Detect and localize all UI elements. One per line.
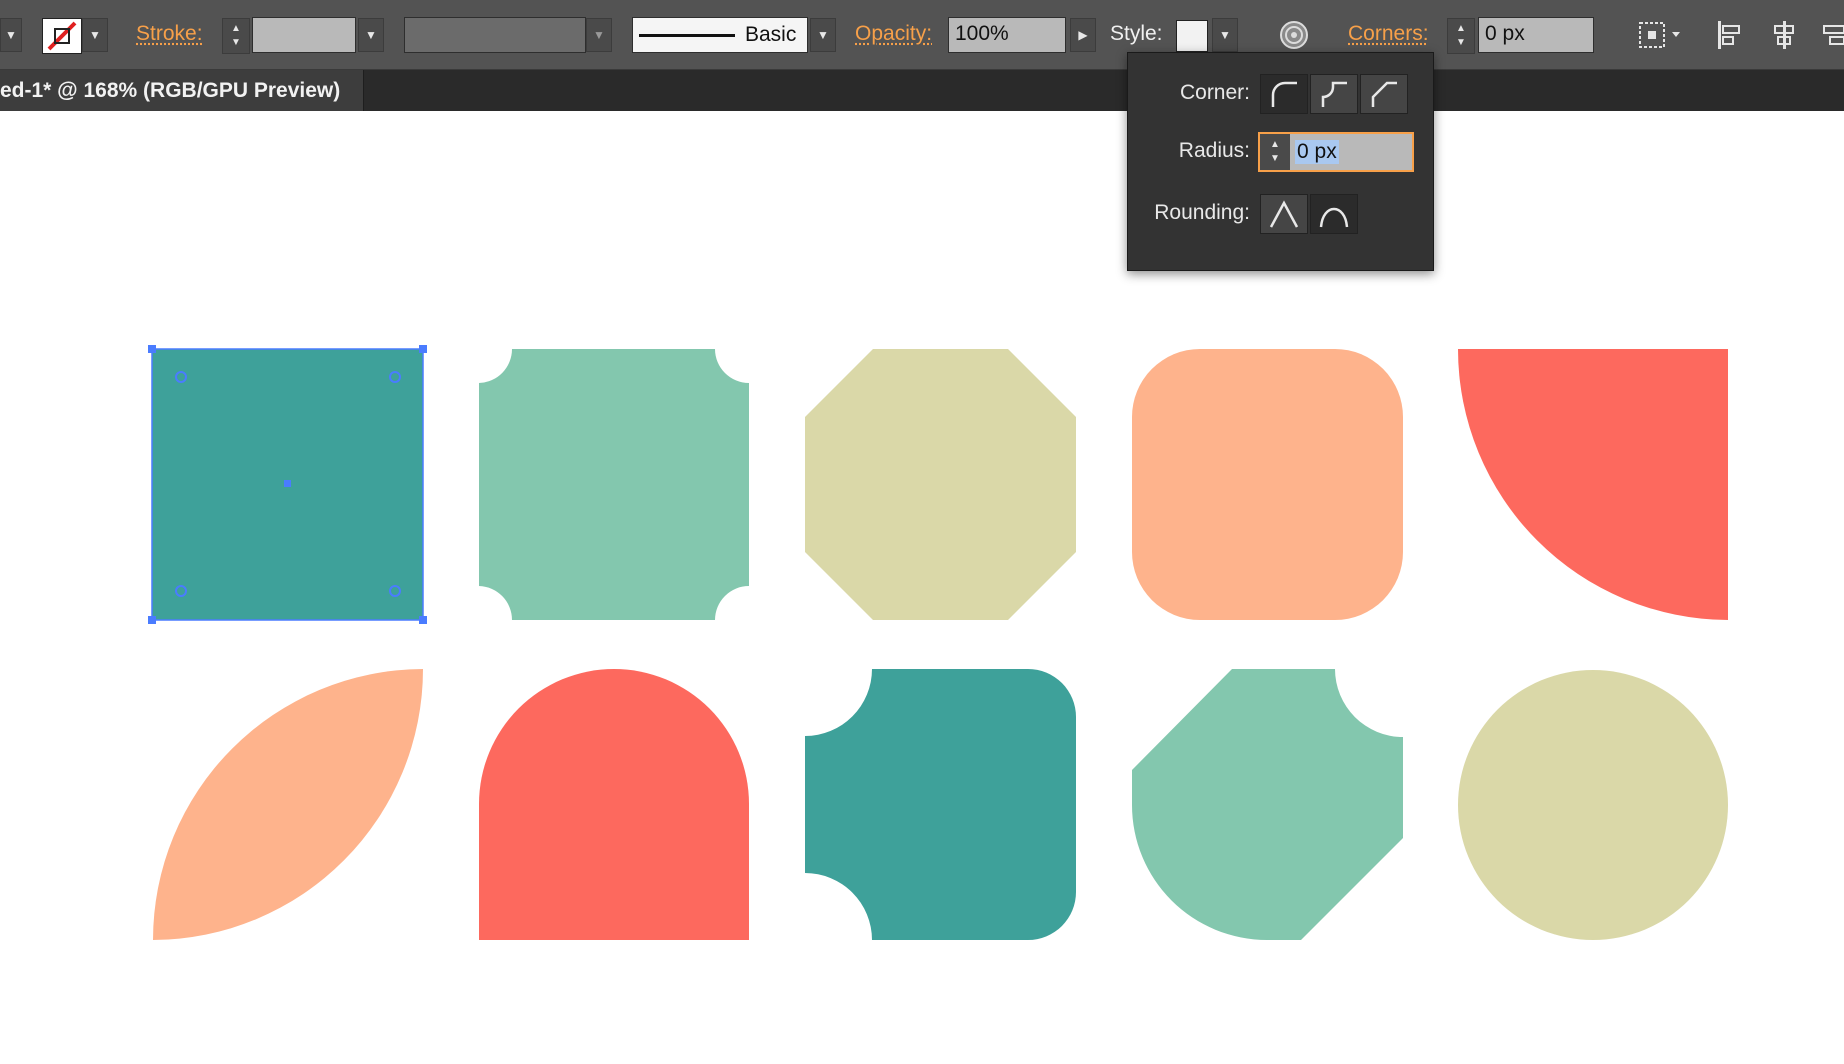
- radius-input[interactable]: 0 px: [1295, 140, 1339, 164]
- corner-type-label: Corner:: [1179, 81, 1250, 104]
- opacity-field[interactable]: 100%: [948, 17, 1066, 53]
- graphic-style-dropdown[interactable]: ▼: [1212, 18, 1238, 52]
- stroke-weight-dropdown[interactable]: ▼: [358, 18, 384, 52]
- selection-handle-top-right[interactable]: [419, 345, 427, 353]
- corner-chamfer-button[interactable]: [1360, 74, 1408, 114]
- shape-arch[interactable]: [479, 669, 749, 940]
- corners-label[interactable]: Corners:: [1348, 22, 1429, 46]
- style-label: Style:: [1110, 22, 1163, 45]
- color-wheel-icon: [1280, 21, 1308, 49]
- variable-width-profile-dropdown[interactable]: ▼: [586, 18, 612, 52]
- selection-handle-bottom-left[interactable]: [148, 616, 156, 624]
- align-horizontal-center-button[interactable]: [1766, 16, 1802, 54]
- shape-mixed-corner-octagon[interactable]: [1132, 669, 1403, 940]
- corners-panel: Corner: Radius: ▲ ▼ 0 px Rounding:: [1127, 52, 1434, 271]
- transform-reference-button[interactable]: [1634, 16, 1688, 54]
- no-color-icon: [44, 20, 80, 52]
- corner-chamfer-icon: [1371, 81, 1397, 107]
- graphic-style-swatch[interactable]: [1176, 20, 1208, 52]
- canvas: [148, 345, 1728, 940]
- rounding-label: Rounding:: [1154, 201, 1250, 224]
- recolor-artwork-button[interactable]: [1276, 16, 1312, 54]
- corner-round-button[interactable]: [1260, 74, 1308, 114]
- shape-chamfered-octagon[interactable]: [805, 349, 1076, 620]
- corner-inverted-round-button[interactable]: [1310, 74, 1358, 114]
- stroke-weight-stepper[interactable]: ▲ ▼: [222, 18, 250, 54]
- align-left-button[interactable]: [1712, 16, 1748, 54]
- brush-definition-label: Basic: [745, 23, 797, 46]
- leftmost-dropdown-arrow[interactable]: ▼: [0, 18, 22, 52]
- selection-center-point: [284, 480, 291, 487]
- stroke-color-dropdown[interactable]: ▼: [82, 18, 108, 52]
- selection-handle-top-left[interactable]: [148, 345, 156, 353]
- variable-width-profile-field[interactable]: [404, 17, 586, 53]
- artboard[interactable]: [0, 111, 1844, 1064]
- rounding-relative-icon: [1319, 207, 1349, 228]
- stroke-label[interactable]: Stroke:: [136, 22, 203, 46]
- radius-field-wrapper: ▲ ▼ 0 px: [1258, 132, 1414, 172]
- document-tab[interactable]: ed-1* @ 168% (RGB/GPU Preview): [0, 70, 364, 111]
- opacity-slider-arrow[interactable]: ▶: [1070, 18, 1096, 52]
- align-center-icon: [1774, 21, 1794, 49]
- align-right-icon: [1823, 25, 1844, 45]
- stroke-color-swatch[interactable]: [42, 18, 82, 54]
- align-right-button[interactable]: [1816, 16, 1844, 54]
- opacity-label[interactable]: Opacity:: [855, 22, 932, 46]
- shape-circle[interactable]: [1458, 670, 1728, 940]
- stroke-weight-field[interactable]: [252, 17, 356, 53]
- document-tab-bar: ed-1* @ 168% (RGB/GPU Preview): [0, 70, 1844, 111]
- corner-round-icon: [1271, 81, 1297, 107]
- shape-leaf[interactable]: [153, 669, 423, 940]
- rounding-relative-button[interactable]: [1310, 194, 1358, 234]
- reference-point-icon: [1639, 22, 1680, 48]
- corner-inverted-round-icon: [1321, 81, 1347, 107]
- shape-quarter-circle[interactable]: [1458, 349, 1728, 620]
- shape-inverted-round-corners[interactable]: [479, 349, 749, 620]
- control-bar: ▼ ▼ Stroke: ▲ ▼ ▼ ▼ Basic ▼ Opacity: 100%…: [0, 0, 1844, 70]
- corners-radius-field[interactable]: 0 px: [1478, 17, 1594, 53]
- selection-handle-bottom-right[interactable]: [419, 616, 427, 624]
- brush-definition-dropdown[interactable]: ▼: [810, 18, 836, 52]
- rounding-absolute-icon: [1269, 200, 1299, 228]
- shape-rounded-square[interactable]: [1132, 349, 1403, 620]
- rounding-absolute-button[interactable]: [1260, 194, 1308, 234]
- shape-mixed-corner-square[interactable]: [805, 669, 1076, 940]
- radius-label: Radius:: [1178, 139, 1250, 162]
- align-left-icon: [1718, 21, 1740, 49]
- brush-definition-field[interactable]: Basic: [632, 17, 808, 53]
- brush-stroke-preview: [639, 33, 735, 37]
- radius-stepper[interactable]: ▲ ▼: [1260, 134, 1290, 170]
- corners-radius-stepper[interactable]: ▲ ▼: [1447, 18, 1475, 54]
